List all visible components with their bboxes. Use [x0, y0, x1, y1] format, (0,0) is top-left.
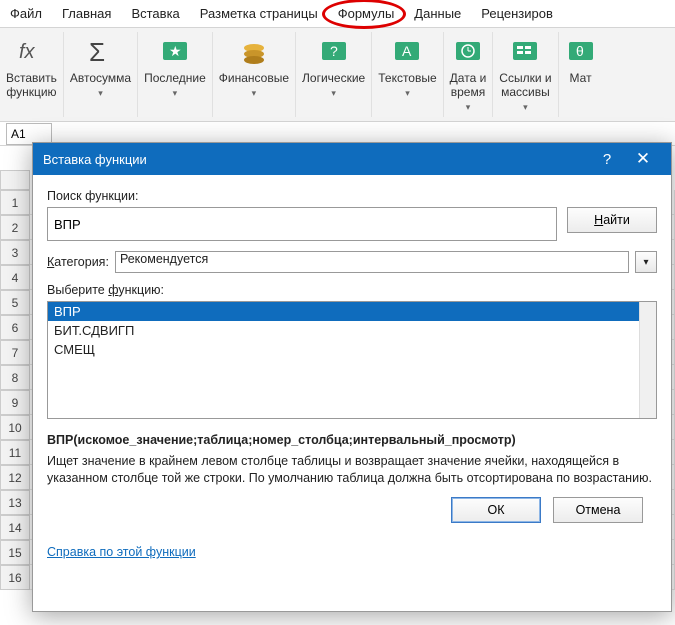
row-header[interactable]: 13 — [0, 490, 30, 515]
theta-icon: θ — [565, 36, 597, 68]
menu-page-layout[interactable]: Разметка страницы — [190, 2, 328, 25]
clock-icon — [452, 36, 484, 68]
row-header[interactable]: 6 — [0, 315, 30, 340]
dialog-title: Вставка функции — [43, 152, 589, 167]
dropdown-icon: ▾ — [98, 88, 103, 99]
category-label: Категория: — [47, 255, 109, 269]
menu-home[interactable]: Главная — [52, 2, 121, 25]
ribbon-insert-function[interactable]: fx Вставить функцию — [0, 32, 64, 117]
dropdown-icon: ▾ — [173, 88, 178, 99]
dropdown-icon: ▾ — [405, 88, 410, 99]
function-item[interactable]: БИТ.СДВИГП — [48, 321, 656, 340]
row-header[interactable]: 2 — [0, 215, 30, 240]
row-header[interactable]: 9 — [0, 390, 30, 415]
dropdown-icon: ▾ — [252, 88, 257, 99]
category-dropdown-button[interactable]: ▾ — [635, 251, 657, 273]
dialog-close-button[interactable]: ✕ — [625, 149, 661, 169]
select-function-label: Выберите функцию: — [47, 283, 657, 297]
category-select[interactable]: Рекомендуется — [115, 251, 629, 273]
row-header[interactable]: 14 — [0, 515, 30, 540]
ribbon: fx Вставить функцию Σ Автосумма ▾ ★ Посл… — [0, 28, 675, 122]
row-header[interactable]: 10 — [0, 415, 30, 440]
dialog-titlebar: Вставка функции ? ✕ — [33, 143, 671, 175]
dropdown-icon: ▾ — [523, 102, 528, 113]
function-list[interactable]: ВПР БИТ.СДВИГП СМЕЩ — [47, 301, 657, 419]
function-item[interactable]: ВПР — [48, 302, 656, 321]
svg-text:θ: θ — [576, 43, 584, 59]
star-icon: ★ — [159, 36, 191, 68]
row-header[interactable]: 4 — [0, 265, 30, 290]
row-header[interactable]: 5 — [0, 290, 30, 315]
ribbon-lookup[interactable]: Ссылки и массивы ▾ — [493, 32, 558, 117]
row-header[interactable]: 12 — [0, 465, 30, 490]
dialog-help-button[interactable]: ? — [589, 151, 625, 168]
cancel-button[interactable]: Отмена — [553, 497, 643, 523]
menu-insert[interactable]: Вставка — [121, 2, 189, 25]
dropdown-icon: ▾ — [331, 88, 336, 99]
menu-file[interactable]: Файл — [0, 2, 52, 25]
row-header[interactable]: 7 — [0, 340, 30, 365]
help-link[interactable]: Справка по этой функции — [47, 545, 196, 559]
scrollbar[interactable] — [639, 302, 656, 418]
row-header[interactable]: 8 — [0, 365, 30, 390]
ribbon-logical[interactable]: ? Логические ▾ — [296, 32, 372, 117]
function-syntax: ВПР(искомое_значение;таблица;номер_столб… — [47, 433, 657, 447]
dropdown-icon: ▾ — [466, 102, 471, 113]
fx-icon: fx — [15, 36, 47, 68]
sigma-icon: Σ — [84, 36, 116, 68]
svg-text:fx: fx — [19, 41, 36, 63]
row-header[interactable]: 11 — [0, 440, 30, 465]
menu-bar: Файл Главная Вставка Разметка страницы Ф… — [0, 0, 675, 28]
text-icon: A — [391, 36, 423, 68]
svg-text:Σ: Σ — [89, 37, 105, 67]
coins-icon — [238, 36, 270, 68]
row-header[interactable]: 3 — [0, 240, 30, 265]
function-description: Ищет значение в крайнем левом столбце та… — [47, 453, 657, 487]
ok-button[interactable]: ОК — [451, 497, 541, 523]
row-header[interactable]: 1 — [0, 190, 30, 215]
ribbon-datetime[interactable]: Дата и время ▾ — [444, 32, 494, 117]
function-item[interactable]: СМЕЩ — [48, 340, 656, 359]
svg-text:★: ★ — [169, 43, 182, 59]
menu-data[interactable]: Данные — [404, 2, 471, 25]
question-icon: ? — [318, 36, 350, 68]
menu-review[interactable]: Рецензиров — [471, 2, 563, 25]
select-all-corner[interactable] — [0, 170, 30, 190]
ribbon-recent[interactable]: ★ Последние ▾ — [138, 32, 213, 117]
ribbon-text[interactable]: A Текстовые ▾ — [372, 32, 443, 117]
svg-text:?: ? — [330, 43, 338, 59]
find-button[interactable]: Найти — [567, 207, 657, 233]
search-label: Поиск функции: — [47, 189, 657, 203]
ribbon-autosum[interactable]: Σ Автосумма ▾ — [64, 32, 138, 117]
row-header[interactable]: 15 — [0, 540, 30, 565]
ribbon-financial[interactable]: Финансовые ▾ — [213, 32, 296, 117]
menu-formulas[interactable]: Формулы — [328, 2, 405, 25]
insert-function-dialog: Вставка функции ? ✕ Поиск функции: Найти… — [32, 142, 672, 612]
lookup-icon — [509, 36, 541, 68]
svg-text:A: A — [402, 43, 412, 59]
row-header[interactable]: 16 — [0, 565, 30, 590]
ribbon-math[interactable]: θ Мат — [559, 32, 603, 117]
search-input[interactable] — [47, 207, 557, 241]
